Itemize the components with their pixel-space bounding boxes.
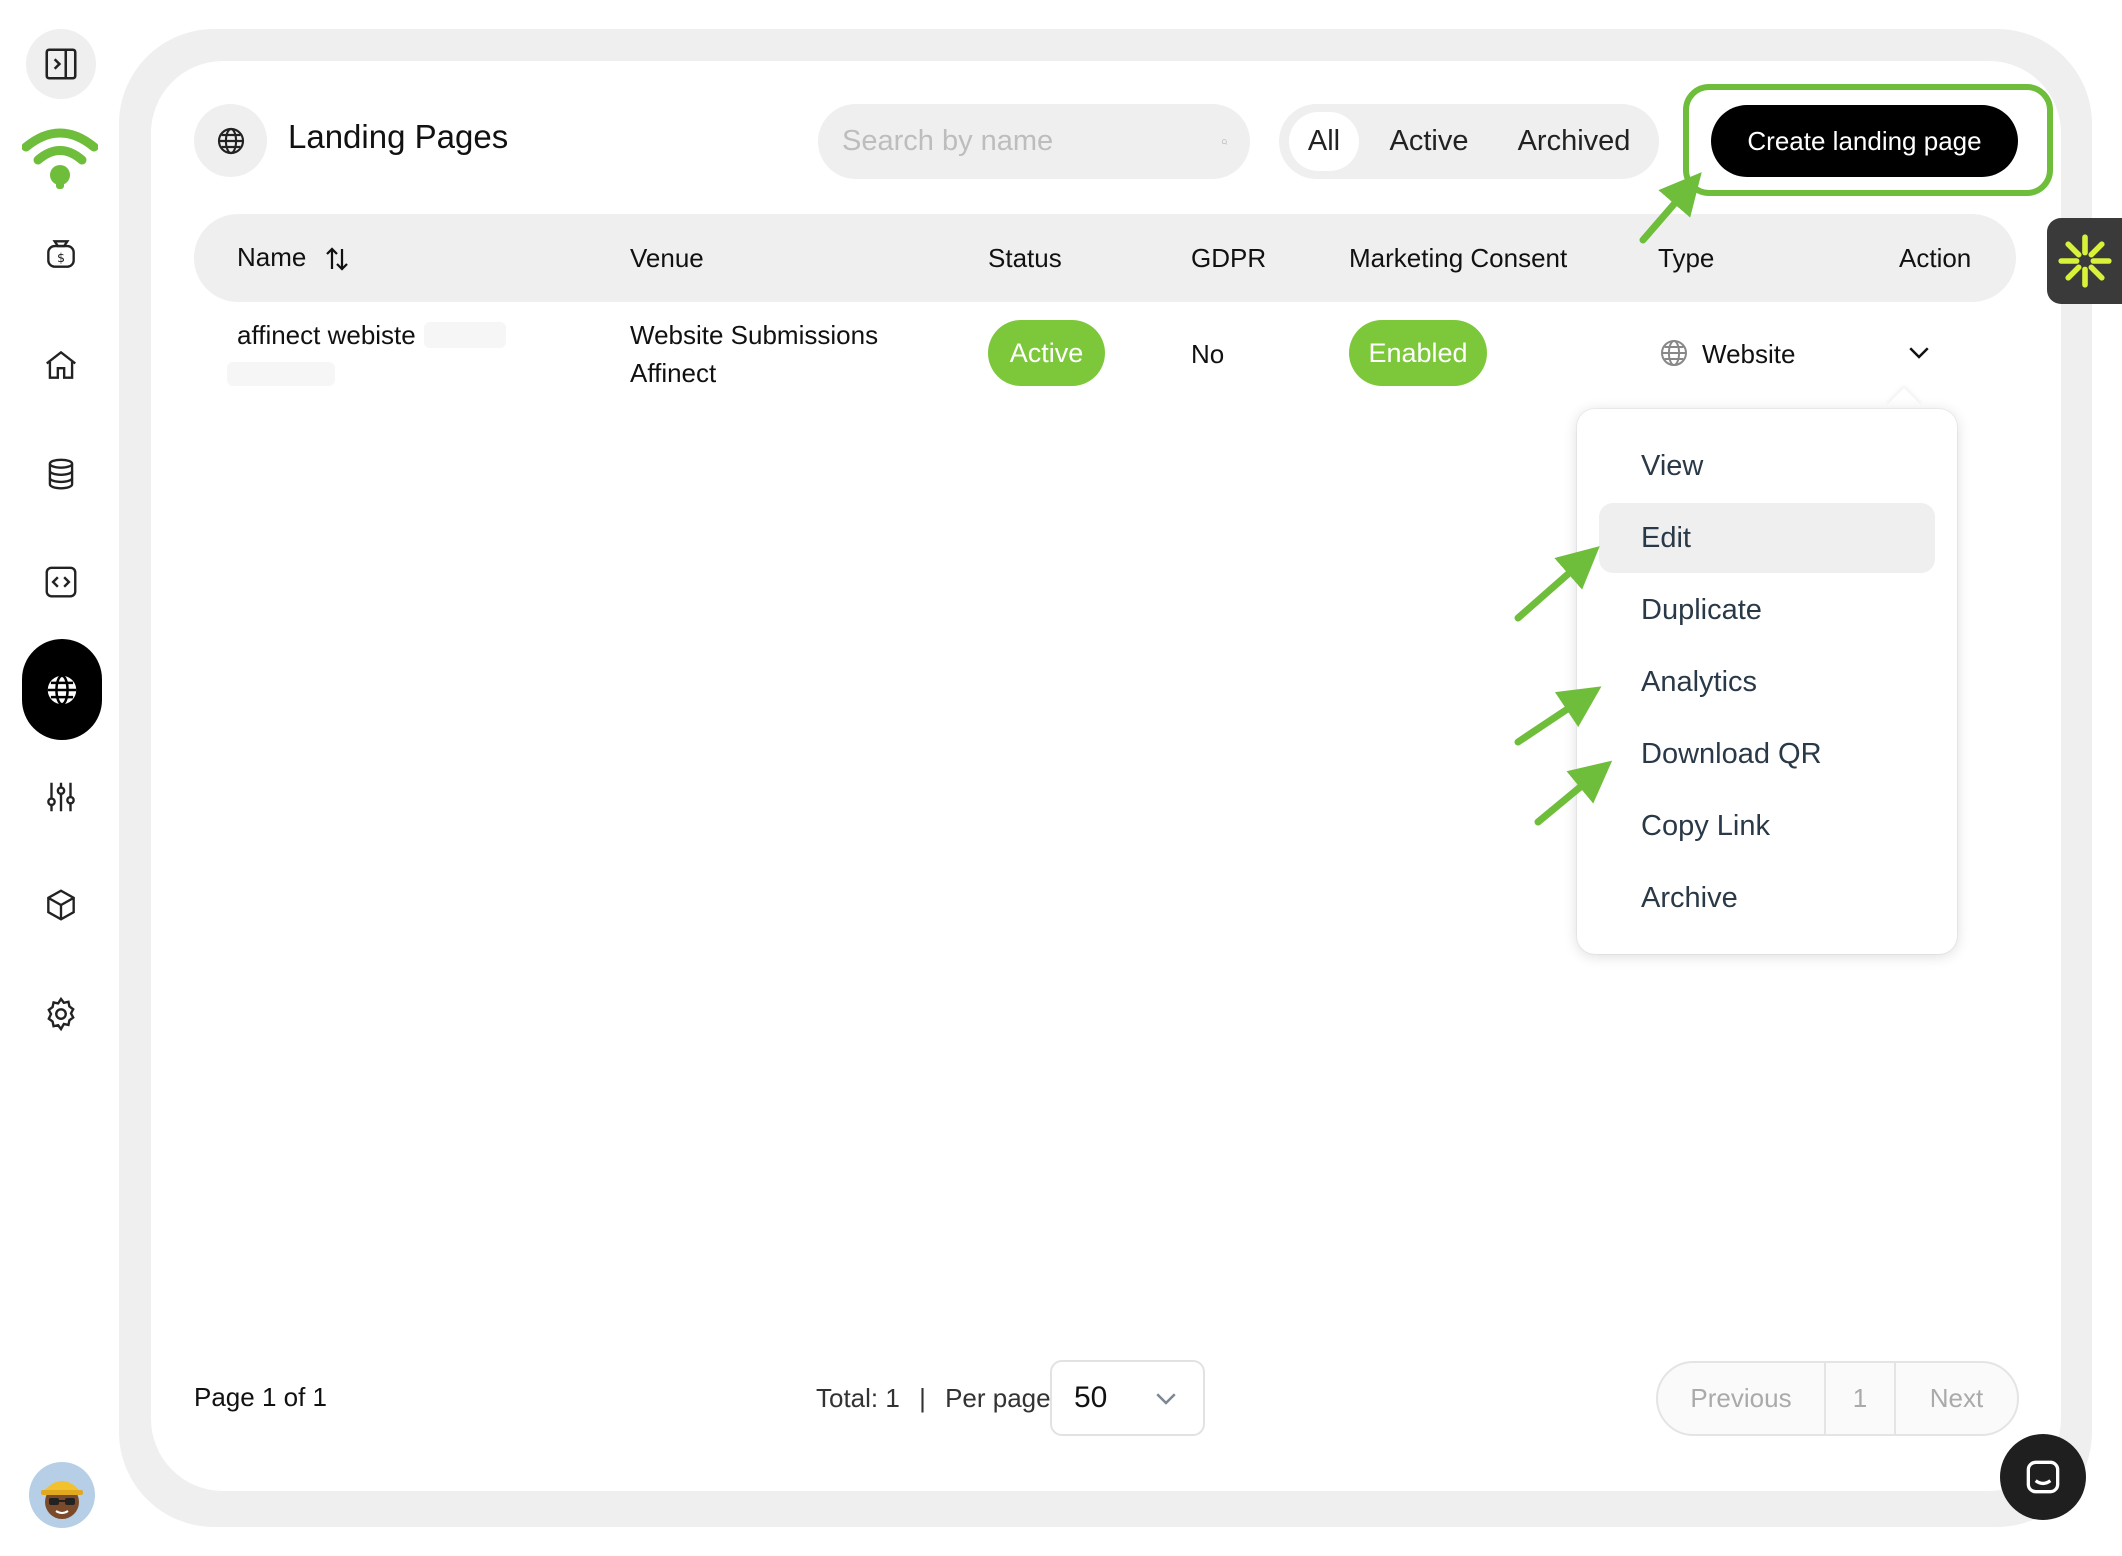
asterisk-icon (2057, 234, 2112, 288)
menu-item-archive[interactable]: Archive (1599, 863, 1935, 933)
chat-launcher-button[interactable] (2000, 1434, 2086, 1520)
action-menu: View Edit Duplicate Analytics Download Q… (1577, 409, 1957, 954)
row-venue-line2: Affinect (630, 358, 717, 388)
filter-archived[interactable]: Archived (1499, 112, 1649, 171)
column-header-status: Status (988, 243, 1062, 273)
money-bag-icon: $ (47, 240, 75, 268)
per-page-select[interactable]: 50 (1050, 1360, 1205, 1436)
sidebar-item-home[interactable] (26, 330, 96, 400)
previous-page-button[interactable]: Previous (1658, 1363, 1826, 1434)
column-header-marketing-consent: Marketing Consent (1349, 243, 1568, 273)
next-page-button[interactable]: Next (1896, 1363, 2017, 1434)
menu-item-analytics[interactable]: Analytics (1599, 647, 1935, 717)
column-header-name[interactable]: Name (237, 242, 352, 274)
code-icon (45, 566, 77, 598)
gear-icon (47, 996, 75, 1032)
page-icon (194, 104, 267, 177)
sidebar-item-landing-pages[interactable] (22, 639, 102, 740)
row-venue-line1: Website Submissions (630, 320, 879, 350)
chevron-down-icon (1156, 1393, 1176, 1405)
row-type: Website (1702, 339, 1796, 369)
sidebar-toggle-icon (45, 48, 77, 80)
sidebar-item-revenue[interactable]: $ (26, 219, 96, 289)
row-name[interactable]: affinect webiste (237, 320, 416, 351)
redacted-text (227, 362, 335, 386)
sidebar-item-embed[interactable] (26, 547, 96, 617)
sidebar-toggle-button[interactable] (26, 29, 96, 99)
status-badge: Active (988, 320, 1105, 386)
chat-icon (2026, 1460, 2060, 1494)
sidebar-item-settings[interactable] (26, 979, 96, 1049)
page-title: Landing Pages (288, 118, 509, 155)
globe-icon (217, 127, 244, 154)
home-icon (46, 350, 76, 379)
side-widget-tab[interactable] (2047, 218, 2122, 304)
filter-all[interactable]: All (1289, 112, 1359, 171)
menu-item-duplicate[interactable]: Duplicate (1599, 575, 1935, 645)
search-input[interactable] (840, 124, 1221, 159)
sidebar: $ (0, 0, 120, 1556)
page-number-button[interactable]: 1 (1826, 1363, 1896, 1434)
status-filter-group: All Active Archived (1279, 104, 1659, 179)
sidebar-item-filters[interactable] (26, 762, 96, 832)
search-bar[interactable] (818, 104, 1250, 179)
create-landing-page-button[interactable]: Create landing page (1711, 105, 2018, 177)
sliders-icon (47, 782, 75, 812)
column-header-venue: Venue (630, 243, 704, 273)
column-header-gdpr: GDPR (1191, 243, 1267, 273)
sidebar-item-database[interactable] (26, 439, 96, 509)
row-gdpr: No (1191, 339, 1225, 369)
user-avatar[interactable] (29, 1462, 95, 1528)
table-header (194, 214, 2016, 302)
sidebar-item-products[interactable] (26, 870, 96, 940)
marketing-consent-badge: Enabled (1349, 320, 1487, 386)
redacted-text (424, 322, 506, 348)
search-icon[interactable] (1221, 125, 1228, 159)
filter-active[interactable]: Active (1379, 112, 1479, 171)
menu-item-view[interactable]: View (1599, 431, 1935, 501)
menu-item-download-qr[interactable]: Download QR (1599, 719, 1935, 789)
svg-text:$: $ (57, 250, 65, 265)
cube-icon (47, 889, 75, 921)
pagination: Previous 1 Next (1656, 1361, 2019, 1436)
globe-icon (1661, 340, 1687, 366)
sort-icon[interactable] (322, 244, 352, 274)
chevron-down-icon[interactable] (1904, 337, 1934, 367)
avatar-emoji-icon (41, 1481, 83, 1519)
menu-item-edit[interactable]: Edit (1599, 503, 1935, 573)
page-info: Page 1 of 1 (194, 1382, 327, 1412)
column-header-type: Type (1658, 243, 1715, 273)
menu-item-copy-link[interactable]: Copy Link (1599, 791, 1935, 861)
database-icon (48, 458, 74, 490)
globe-icon (47, 673, 77, 706)
brand-wifi-logo[interactable] (22, 125, 98, 191)
totals-info: Total: 1 | Per page: (816, 1383, 1058, 1413)
column-header-action: Action (1899, 243, 1972, 273)
